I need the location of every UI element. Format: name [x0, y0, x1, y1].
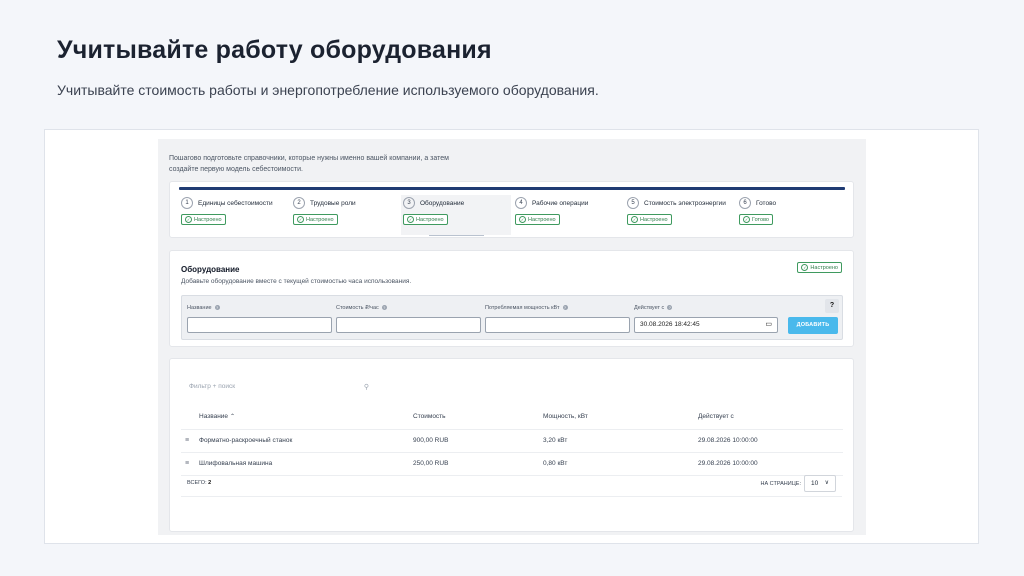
equipment-table: Название ⌃ Стоимость Мощность, кВт Действ…	[181, 404, 843, 476]
cell-valid-from: 29.08.2026 10:00:00	[698, 437, 758, 444]
total-count: ВСЕГО: 2	[187, 480, 212, 486]
cell-power: 0,80 кВт	[543, 460, 568, 467]
name-input[interactable]	[187, 317, 332, 333]
equipment-table-card: Фильтр + поиск ⚲ Название ⌃ Стоимость Мощ…	[169, 358, 854, 532]
step-number: 6	[739, 197, 751, 209]
column-header-valid-from[interactable]: Действует с	[698, 404, 734, 429]
section-title: Оборудование	[181, 265, 240, 274]
column-header-cost[interactable]: Стоимость	[413, 404, 446, 429]
search-icon: ⚲	[363, 384, 369, 391]
column-header-name[interactable]: Название ⌃	[199, 404, 235, 430]
cost-label: Стоимость ₽/час?	[336, 305, 387, 311]
divider	[181, 496, 842, 497]
step-label: Трудовые роли	[310, 199, 356, 207]
drag-handle-icon[interactable]: ≡	[185, 430, 189, 452]
cell-power: 3,20 кВт	[543, 437, 568, 444]
sort-asc-icon: ⌃	[230, 414, 236, 420]
status-badge: ✓ Настроено	[181, 214, 226, 225]
step-label: Рабочие операции	[532, 199, 589, 207]
check-icon: ✓	[297, 216, 304, 223]
slide-subtitle: Учитывайте стоимость работы и энергопотр…	[57, 82, 599, 98]
app-screenshot: Пошагово подготовьте справочники, которы…	[158, 139, 866, 535]
help-icon[interactable]: ?	[381, 305, 387, 311]
status-badge: ✓ Настроено	[515, 214, 560, 225]
column-header-power[interactable]: Мощность, кВт	[543, 404, 588, 429]
step-work-operations[interactable]: 4 Рабочие операции ✓ Настроено	[513, 195, 623, 235]
status-badge: ✓ Готово	[739, 214, 773, 225]
power-label: Потребляемая мощность кВт?	[485, 305, 568, 311]
pagination: НА СТРАНИЦЕ: 10 ∨	[761, 475, 836, 492]
setup-stepper: 1 Единицы себестоимости ✓ Настроено 2 Трудо…	[169, 181, 854, 238]
cell-name: Форматно-раскроечный станок	[199, 437, 293, 444]
status-badge: ✓ Настроено	[293, 214, 338, 225]
intro-text: Пошагово подготовьте справочники, которы…	[169, 154, 449, 175]
table-header-row: Название ⌃ Стоимость Мощность, кВт Действ…	[181, 404, 843, 430]
slide-title: Учитывайте работу оборудования	[57, 36, 492, 64]
step-number: 2	[293, 197, 305, 209]
step-label: Стоимость электроэнергии	[644, 199, 726, 207]
status-badge: ✓ Настроено	[627, 214, 672, 225]
equipment-form-card: Оборудование Добавьте оборудование вмест…	[169, 250, 854, 347]
filter-search-input[interactable]: Фильтр + поиск ⚲	[189, 383, 369, 395]
chevron-down-icon: ∨	[824, 480, 829, 486]
calendar-icon[interactable]: ▭	[765, 318, 772, 332]
step-label: Оборудование	[420, 199, 465, 207]
help-icon[interactable]: ?	[667, 305, 673, 311]
section-description: Добавьте оборудование вместе с текущей с…	[181, 278, 412, 285]
check-icon: ✓	[407, 216, 414, 223]
filter-placeholder: Фильтр + поиск	[189, 383, 236, 390]
power-input[interactable]	[485, 317, 630, 333]
step-label: Единицы себестоимости	[198, 199, 273, 207]
cell-cost: 250,00 RUB	[413, 460, 449, 467]
step-electricity-cost[interactable]: 5 Стоимость электроэнергии ✓ Настроено	[625, 195, 735, 235]
name-label: Название?	[187, 305, 220, 311]
valid-from-value: 30.08.2026 18:42:45	[640, 321, 700, 328]
intro-line: Пошагово подготовьте справочники, которы…	[169, 155, 449, 162]
check-icon: ✓	[801, 264, 809, 271]
add-button[interactable]: ДОБАВИТЬ	[788, 317, 838, 334]
step-number: 1	[181, 197, 193, 209]
intro-line: создайте первую модель себестоимости.	[169, 165, 303, 173]
stepper-progress-bar	[179, 187, 845, 190]
cell-valid-from: 29.08.2026 10:00:00	[698, 460, 758, 467]
check-icon: ✓	[519, 216, 526, 223]
step-equipment[interactable]: 3 Оборудование ✓ Настроено	[401, 195, 511, 236]
help-button[interactable]: ?	[825, 299, 839, 313]
check-icon: ✓	[185, 216, 192, 223]
check-icon: ✓	[631, 216, 638, 223]
valid-from-input[interactable]: 30.08.2026 18:42:45 ▭	[634, 317, 778, 333]
table-row[interactable]: ≡ Форматно-раскроечный станок 900,00 RUB…	[181, 430, 843, 453]
add-equipment-row: Название? Стоимость ₽/час? Потребляемая …	[181, 295, 843, 340]
table-row[interactable]: ≡ Шлифовальная машина 250,00 RUB 0,80 кВ…	[181, 453, 843, 476]
help-icon[interactable]: ?	[214, 305, 220, 311]
per-page-label: НА СТРАНИЦЕ:	[760, 480, 801, 487]
active-step-indicator	[429, 235, 484, 236]
step-done[interactable]: 6 Готово ✓ Готово	[737, 195, 847, 235]
step-number: 3	[403, 197, 415, 209]
step-number: 5	[627, 197, 639, 209]
status-badge: ✓ Настроено	[797, 262, 842, 273]
step-labor-roles[interactable]: 2 Трудовые роли ✓ Настроено	[291, 195, 401, 235]
cost-input[interactable]	[336, 317, 481, 333]
cell-name: Шлифовальная машина	[199, 460, 273, 467]
per-page-select[interactable]: 10 ∨	[804, 475, 836, 492]
valid-from-label: Действует с?	[634, 305, 673, 311]
step-cost-units[interactable]: 1 Единицы себестоимости ✓ Настроено	[179, 195, 289, 235]
status-badge: ✓ Настроено	[403, 214, 448, 225]
drag-handle-icon[interactable]: ≡	[185, 453, 189, 475]
help-icon[interactable]: ?	[562, 305, 568, 311]
step-number: 4	[515, 197, 527, 209]
step-label: Готово	[756, 199, 777, 207]
cell-cost: 900,00 RUB	[413, 437, 449, 444]
check-icon: ✓	[743, 216, 750, 223]
